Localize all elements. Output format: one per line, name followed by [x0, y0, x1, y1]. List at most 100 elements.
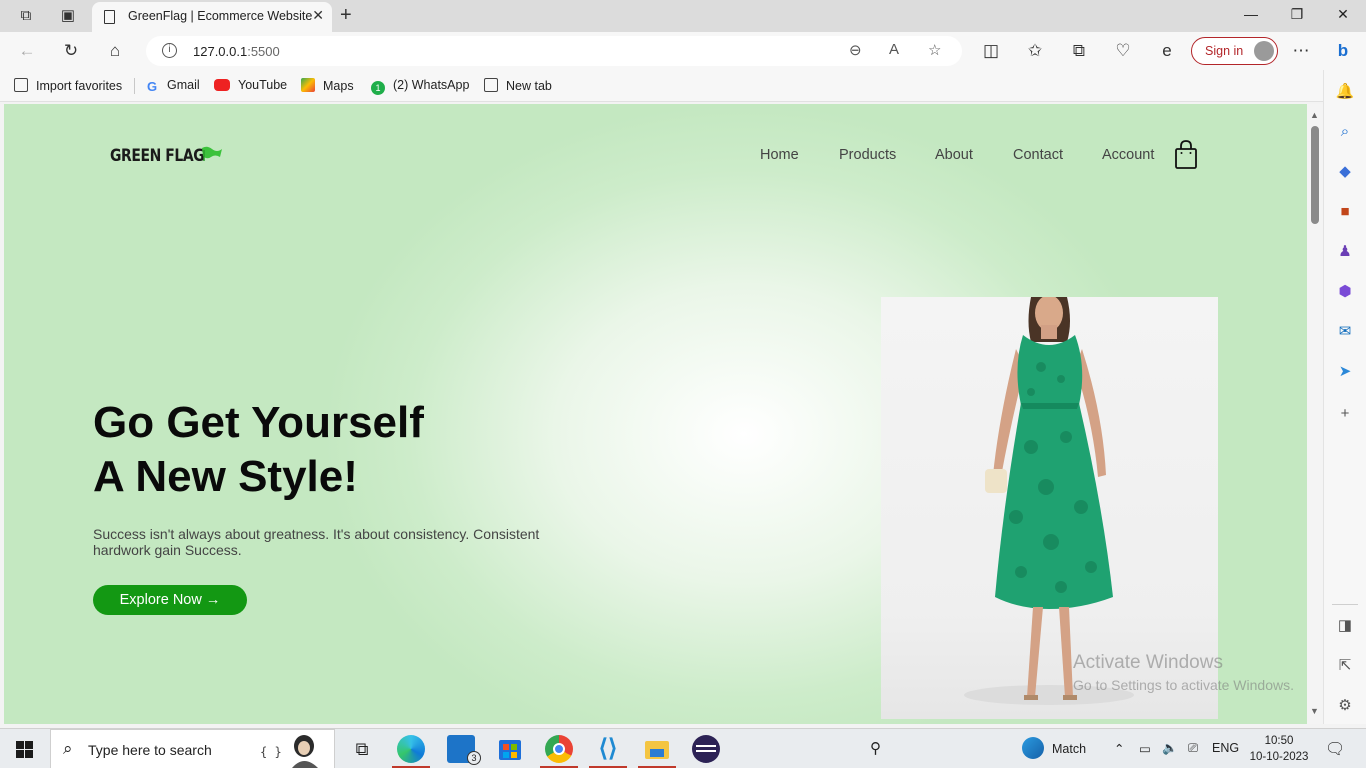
read-aloud-icon[interactable]: A [889, 41, 899, 58]
nav-home[interactable]: Home [760, 147, 799, 163]
notifications-icon[interactable]: 🗨 [1325, 739, 1345, 759]
restore-button[interactable]: ❐ [1282, 6, 1312, 23]
explore-now-button[interactable]: Explore Now → [93, 585, 247, 615]
microsoft-365-icon[interactable]: ⬢ [1335, 282, 1355, 302]
site-info-icon[interactable]: i [162, 43, 177, 58]
activate-windows-watermark: Activate Windows Go to Settings to activ… [1073, 652, 1294, 693]
hide-sidebar-icon[interactable]: ◨ [1335, 616, 1355, 636]
favorite-whatsapp[interactable]: 1 (2) WhatsApp [371, 78, 469, 95]
collections-icon[interactable]: ⧉ [1068, 40, 1090, 62]
clock-date: 10-10-2023 [1249, 751, 1309, 763]
clock[interactable]: 10:50 10-10-2023 [1248, 733, 1310, 765]
new-tab-icon [484, 78, 498, 92]
windows-start-icon[interactable] [16, 741, 33, 758]
nav-products[interactable]: Products [839, 147, 896, 163]
favorite-import-favorites[interactable]: Import favorites [14, 78, 122, 93]
meet-now-icon[interactable]: ⎚ [1188, 741, 1198, 756]
active-tab[interactable]: GreenFlag | Ecommerce Website ✕ [92, 2, 332, 32]
zoom-icon[interactable]: ⊖ [849, 41, 862, 59]
eclipse-icon[interactable] [692, 735, 720, 763]
sidebar-divider [1332, 604, 1358, 605]
maps-icon [301, 78, 315, 92]
favorite-youtube[interactable]: YouTube [214, 78, 287, 92]
taskbar-search-box[interactable]: ⌕ Type here to search { } [50, 729, 335, 768]
hero-title: Go Get Yourself A New Style! [93, 396, 424, 504]
tab-title: GreenFlag | Ecommerce Website [128, 9, 313, 23]
shopping-tag-icon[interactable]: ◆ [1335, 162, 1355, 182]
favorites-icon[interactable]: ✩ [1024, 40, 1046, 62]
windows-taskbar: ⌕ Type here to search { } ⧉ 3 ⟨⟩ ⚲ Match [0, 728, 1366, 768]
edge-taskbar-icon[interactable] [397, 735, 425, 763]
clock-time: 10:50 [1264, 735, 1294, 747]
search-icon: ⌕ [63, 739, 73, 758]
microsoft-store-icon[interactable] [496, 735, 524, 763]
favorite-new-tab[interactable]: New tab [484, 78, 552, 93]
site-logo[interactable]: GREEN FLAG [110, 146, 205, 166]
whatsapp-icon: 1 [371, 81, 385, 95]
nav-contact[interactable]: Contact [1013, 147, 1063, 163]
browser-toolbar: ← ↻ ⌂ i 127.0.0.1:5500 ⊖ A ☆ ◫ ✩ ⧉ ♡ e S… [0, 32, 1366, 70]
browser-essentials-icon[interactable]: ♡ [1112, 40, 1134, 62]
drop-icon[interactable]: ➤ [1335, 362, 1355, 382]
page-scrollbar[interactable]: ▲ ▼ [1307, 104, 1323, 724]
edge-drop-icon[interactable]: e [1156, 40, 1178, 62]
tools-icon[interactable]: ■ [1335, 202, 1355, 222]
workspaces-icon[interactable]: ⧉ [16, 6, 36, 26]
bing-copilot-icon[interactable]: b [1332, 40, 1354, 62]
mail-icon[interactable]: 3 [447, 735, 481, 765]
scrollbar-thumb[interactable] [1311, 126, 1319, 224]
browser-tab-bar: ⧉ ▣ GreenFlag | Ecommerce Website ✕ + — … [0, 0, 1366, 32]
google-icon: G [146, 79, 158, 94]
notifications-bell-icon[interactable]: 🔔 [1335, 82, 1355, 102]
hero-title-line-1: Go Get Yourself [93, 398, 424, 447]
file-explorer-icon[interactable] [643, 735, 671, 763]
import-favorites-icon [14, 78, 28, 92]
favorite-gmail[interactable]: G Gmail [145, 78, 200, 94]
vertical-tabs-icon[interactable]: ▣ [58, 6, 78, 26]
people-icon[interactable]: ⚲ [870, 739, 881, 757]
scroll-down-icon[interactable]: ▼ [1310, 706, 1319, 716]
open-external-icon[interactable]: ⇱ [1335, 656, 1355, 676]
language-indicator[interactable]: ENG [1212, 741, 1239, 755]
network-icon[interactable]: ▭ [1139, 741, 1151, 756]
nav-about[interactable]: About [935, 147, 973, 163]
mail-badge: 3 [467, 751, 481, 765]
split-screen-icon[interactable]: ◫ [980, 40, 1002, 62]
search-icon[interactable]: ⌕ [1335, 122, 1355, 142]
close-tab-icon[interactable]: ✕ [312, 7, 324, 24]
favorites-bar: Import favorites G Gmail YouTube Maps 1 (2… [0, 70, 1366, 102]
sidebar-settings-gear-icon[interactable]: ⚙ [1335, 696, 1355, 716]
shopping-bag-icon[interactable] [1174, 140, 1198, 170]
search-highlight-illustration: { } [260, 735, 318, 768]
chrome-icon[interactable] [545, 735, 573, 763]
home-icon[interactable]: ⌂ [104, 40, 126, 62]
weather-widget[interactable]: Match [1022, 737, 1086, 759]
sign-in-button[interactable]: Sign in [1191, 37, 1278, 65]
address-bar[interactable]: i 127.0.0.1:5500 ⊖ A ☆ [146, 36, 962, 66]
show-hidden-icons-chevron-icon[interactable]: ⌃ [1114, 741, 1124, 756]
search-placeholder: Type here to search [88, 742, 212, 758]
outlook-icon[interactable]: ✉ [1335, 322, 1355, 342]
favorite-star-icon[interactable]: ☆ [928, 41, 941, 59]
task-view-icon[interactable]: ⧉ [348, 735, 376, 763]
close-window-button[interactable]: ✕ [1328, 6, 1358, 23]
edge-sidebar: 🔔 ⌕ ◆ ■ ♟ ⬢ ✉ ➤ + ◨ ⇱ ⚙ [1323, 70, 1366, 724]
refresh-icon[interactable]: ↻ [60, 40, 82, 62]
youtube-icon [214, 79, 230, 91]
scroll-up-icon[interactable]: ▲ [1310, 110, 1319, 120]
vscode-icon[interactable]: ⟨⟩ [594, 735, 622, 763]
add-sidebar-app-icon[interactable]: + [1335, 404, 1355, 424]
hero-subtitle: Success isn't always about greatness. It… [93, 526, 540, 558]
back-icon[interactable]: ← [16, 40, 38, 62]
page-viewport: GREEN FLAG Home Products About Contact A… [4, 104, 1307, 724]
nav-account[interactable]: Account [1102, 147, 1154, 163]
weather-icon [1022, 737, 1044, 759]
new-tab-button[interactable]: + [340, 4, 352, 27]
page-icon [104, 10, 115, 24]
url-text[interactable]: 127.0.0.1:5500 [193, 44, 280, 59]
favorite-maps[interactable]: Maps [301, 78, 354, 93]
games-icon[interactable]: ♟ [1335, 242, 1355, 262]
minimize-button[interactable]: — [1236, 6, 1266, 22]
more-menu-icon[interactable]: ⋯ [1290, 40, 1312, 62]
volume-icon[interactable]: 🔈 [1162, 741, 1178, 756]
